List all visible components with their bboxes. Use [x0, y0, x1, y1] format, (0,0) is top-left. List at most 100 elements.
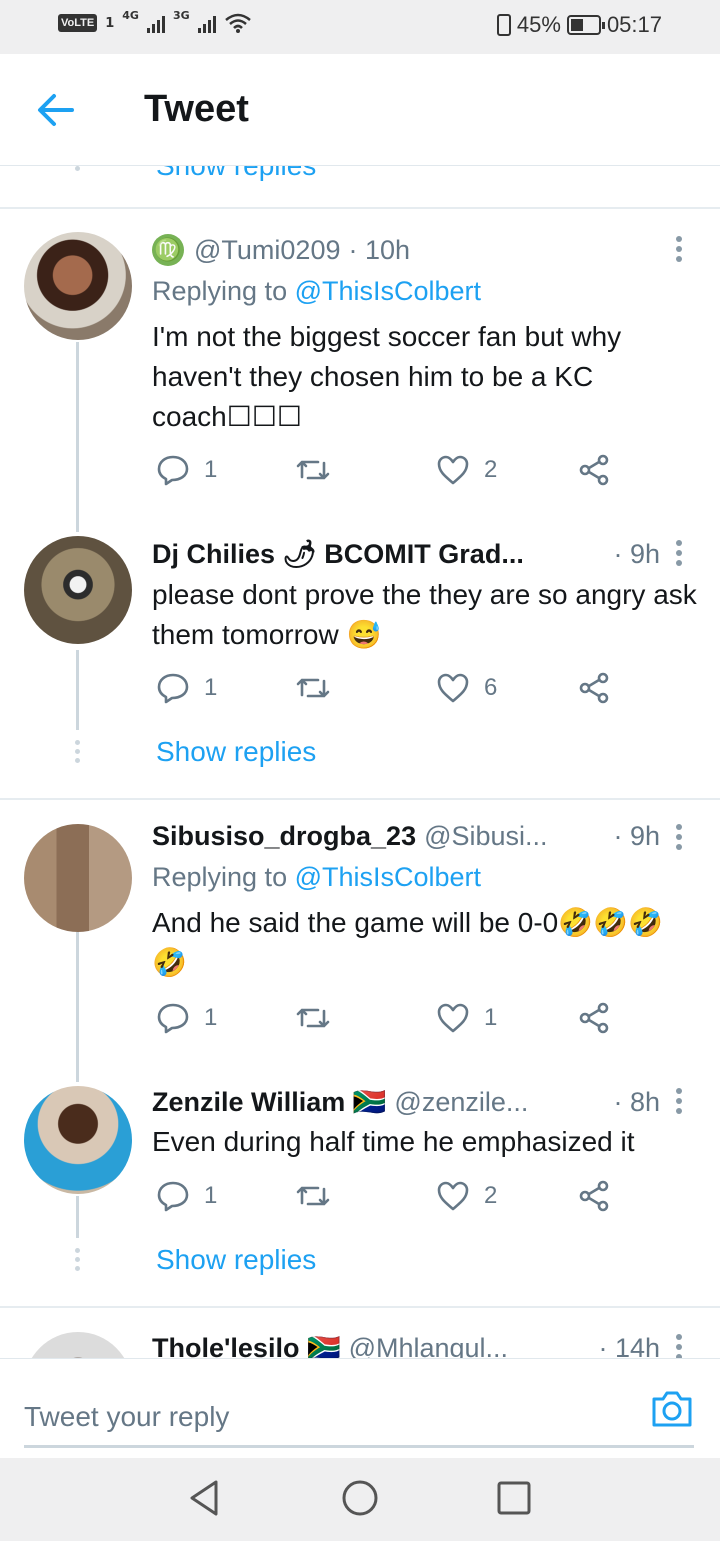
- more-options-icon[interactable]: [676, 824, 684, 854]
- network-type-1: 4G: [122, 8, 139, 22]
- tweet-actions: 1 6: [156, 671, 616, 711]
- signal-icon: [146, 13, 165, 33]
- replies-feed[interactable]: Show replies ♍ @Tumi0209 · 10h Replying …: [0, 166, 720, 1358]
- reply-count: 1: [204, 1182, 218, 1209]
- retweet-button[interactable]: [296, 1001, 344, 1035]
- share-button[interactable]: [578, 1001, 612, 1035]
- thread-line: [76, 1196, 79, 1238]
- tweet-time: · 14h: [598, 1332, 660, 1359]
- like-count: 1: [484, 1004, 498, 1031]
- divider: [0, 207, 720, 209]
- status-right: 45% 05:17: [496, 12, 662, 38]
- tweet-header: ♍ @Tumi0209 · 10h: [152, 234, 660, 266]
- retweet-button[interactable]: [296, 453, 344, 487]
- battery-percent: 45%: [516, 12, 561, 37]
- sim-indicator: 1: [105, 15, 115, 31]
- camera-icon[interactable]: [650, 1389, 694, 1429]
- share-icon: [579, 672, 609, 704]
- heart-icon: [437, 1181, 469, 1211]
- vibrate-icon: [496, 14, 511, 36]
- like-button[interactable]: 6: [436, 671, 497, 705]
- battery-fill: [570, 19, 583, 31]
- avatar[interactable]: [24, 1332, 132, 1358]
- tweet-actions: 1 2: [156, 453, 616, 493]
- tweet-author-name[interactable]: Zenzile William 🇿🇦: [152, 1086, 386, 1118]
- tweet-text: And he said the game will be 0-0🤣🤣🤣🤣: [152, 907, 663, 978]
- page-title: Tweet: [144, 88, 249, 130]
- divider: [0, 1306, 720, 1308]
- system-nav-bar: [0, 1458, 720, 1541]
- tweet-author-name[interactable]: Dj Chilies 🌶 BCOMIT Grad...: [152, 538, 524, 570]
- share-icon: [579, 1180, 609, 1212]
- reply-button[interactable]: 1: [156, 671, 217, 705]
- tweet-handle[interactable]: @Mhlangul...: [349, 1333, 508, 1359]
- status-bar: VoLTE 1 4G 3G 45% 05:17: [0, 0, 720, 54]
- avatar[interactable]: [24, 1086, 132, 1194]
- battery-icon: [566, 15, 605, 35]
- tweet-author-name[interactable]: Thole'lesilo 🇿🇦: [152, 1332, 341, 1358]
- like-button[interactable]: 1: [436, 1001, 497, 1035]
- nav-home-icon[interactable]: [340, 1478, 380, 1518]
- thread-line: [76, 932, 79, 1082]
- like-button[interactable]: 2: [436, 1179, 497, 1213]
- thread-dots: [75, 1248, 80, 1275]
- tweet-time: · 9h: [613, 538, 660, 569]
- tweet-actions: 1 1: [156, 1001, 616, 1041]
- reply-button[interactable]: 1: [156, 453, 217, 487]
- reply-button[interactable]: 1: [156, 1001, 217, 1035]
- thread-dots: [75, 740, 80, 767]
- network-type-2: 3G: [172, 8, 190, 22]
- show-replies-link[interactable]: Show replies: [156, 736, 316, 768]
- tweet-handle[interactable]: @zenzile...: [394, 1087, 528, 1118]
- zodiac-badge: ♍: [152, 234, 184, 266]
- more-options-icon[interactable]: [676, 1088, 684, 1118]
- app-header: Tweet: [0, 54, 720, 166]
- mention-link[interactable]: @ThisIsColbert: [295, 276, 481, 306]
- retweet-icon: [296, 678, 330, 698]
- wifi-icon: [224, 13, 251, 33]
- retweet-button[interactable]: [296, 671, 344, 705]
- reply-icon: [157, 1003, 189, 1034]
- share-button[interactable]: [578, 671, 612, 705]
- avatar[interactable]: [24, 536, 132, 644]
- reply-count: 1: [204, 674, 218, 701]
- thread-dots: [75, 166, 80, 175]
- reply-button[interactable]: 1: [156, 1179, 217, 1213]
- back-arrow-icon[interactable]: [34, 90, 78, 130]
- reply-input[interactable]: [24, 1387, 624, 1447]
- more-options-icon[interactable]: [676, 540, 684, 570]
- tweet-author-name[interactable]: Sibusiso_drogba_23: [152, 821, 416, 852]
- mention-link[interactable]: @ThisIsColbert: [295, 862, 481, 892]
- status-left: VoLTE 1 4G 3G: [58, 8, 252, 34]
- volte-badge: VoLTE: [58, 14, 98, 32]
- avatar[interactable]: [24, 232, 132, 340]
- retweet-icon: [296, 1008, 330, 1028]
- tweet-text: please dont prove the they are so angry …: [152, 579, 697, 650]
- share-button[interactable]: [578, 1179, 612, 1213]
- tweet-time: · 8h: [613, 1086, 660, 1117]
- share-button[interactable]: [578, 453, 612, 487]
- tweet-header: Thole'lesilo 🇿🇦 @Mhlangul... · 14h: [152, 1332, 660, 1359]
- tweet-time: · 9h: [613, 821, 660, 851]
- reply-count: 1: [204, 1004, 218, 1031]
- reply-icon: [157, 455, 189, 486]
- replying-to: Replying to @ThisIsColbert: [152, 276, 481, 307]
- more-options-icon[interactable]: [676, 1334, 684, 1358]
- tweet-header: Zenzile William 🇿🇦 @zenzile... · 8h: [152, 1086, 660, 1118]
- tweet-handle[interactable]: @Tumi0209: [194, 235, 340, 266]
- tweet-actions: 1 2: [156, 1179, 616, 1219]
- show-replies-link[interactable]: Show replies: [156, 1244, 316, 1276]
- avatar[interactable]: [24, 824, 132, 932]
- show-replies-link[interactable]: Show replies: [156, 166, 316, 182]
- share-icon: [579, 454, 609, 486]
- replying-to: Replying to @ThisIsColbert: [152, 862, 481, 893]
- signal-icon-2: [197, 13, 216, 33]
- thread-line: [76, 342, 79, 532]
- like-button[interactable]: 2: [436, 453, 497, 487]
- like-count: 6: [484, 674, 498, 701]
- retweet-button[interactable]: [296, 1179, 344, 1213]
- nav-recents-icon[interactable]: [494, 1478, 534, 1518]
- more-options-icon[interactable]: [676, 236, 684, 266]
- nav-back-icon[interactable]: [186, 1478, 226, 1518]
- tweet-handle[interactable]: @Sibusi...: [424, 821, 547, 852]
